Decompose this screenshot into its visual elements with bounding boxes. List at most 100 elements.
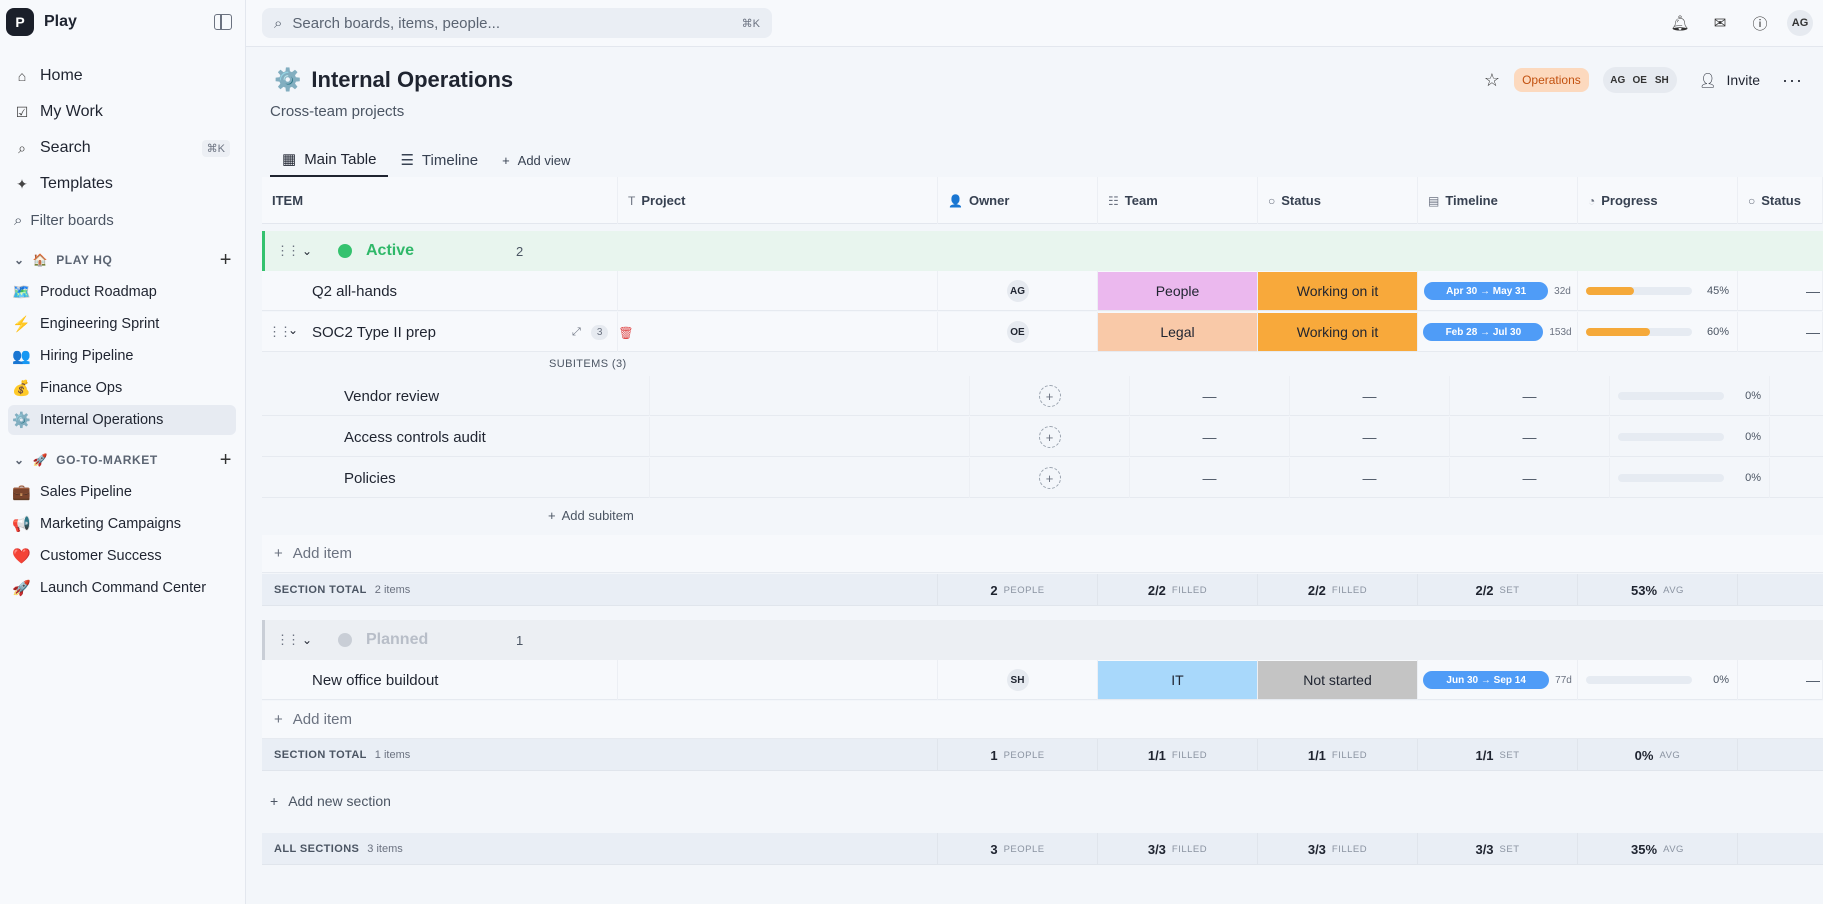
- team-cell[interactable]: —: [1130, 417, 1290, 457]
- project-cell[interactable]: [650, 376, 970, 416]
- progress-cell[interactable]: 60%: [1578, 312, 1738, 352]
- column-status[interactable]: ○ Status: [1258, 177, 1418, 224]
- inbox-icon[interactable]: ✉︎: [1707, 10, 1733, 36]
- board-item[interactable]: ⚡ Engineering Sprint: [8, 309, 236, 339]
- drag-handle-icon[interactable]: ⋮⋮: [276, 243, 300, 259]
- workspace-tag[interactable]: Operations: [1514, 68, 1589, 92]
- global-search-input[interactable]: ⌕ Search boards, items, people... ⌘K: [262, 8, 772, 38]
- nav-item-templates[interactable]: ✦ Templates: [8, 166, 238, 202]
- assign-owner-icon[interactable]: +: [1038, 426, 1061, 448]
- board-item-active[interactable]: ⚙️ Internal Operations: [8, 405, 236, 435]
- timeline-cell[interactable]: Apr 30 → May 31 32d: [1418, 271, 1578, 311]
- tab-add-view[interactable]: + Add view: [490, 143, 582, 177]
- add-item-row[interactable]: + Add item: [262, 701, 1823, 739]
- drag-handle-icon[interactable]: ⋮⋮: [276, 632, 300, 648]
- column-status-2[interactable]: ○ Status: [1738, 177, 1823, 224]
- status-cell[interactable]: Working on it: [1258, 312, 1418, 352]
- add-subitem-button[interactable]: + Add subitem: [548, 508, 634, 523]
- progress-cell[interactable]: 0%: [1610, 458, 1770, 498]
- project-cell[interactable]: [618, 660, 938, 700]
- tab-timeline[interactable]: ☰ Timeline: [388, 143, 490, 177]
- status-cell[interactable]: —: [1290, 376, 1450, 416]
- user-avatar[interactable]: AG: [1787, 10, 1813, 36]
- section-name[interactable]: Active: [366, 242, 414, 260]
- chevron-down-icon[interactable]: ⌄: [302, 633, 312, 647]
- group-head-play-hq[interactable]: ⌄ 🏠 PLAY HQ +: [14, 248, 236, 272]
- nav-item-search[interactable]: ⌕ Search ⌘K: [8, 130, 238, 166]
- column-progress[interactable]: ◔ Progress: [1578, 177, 1738, 224]
- progress-cell[interactable]: 0%: [1610, 376, 1770, 416]
- group-head-go-to-market[interactable]: ⌄ 🚀 GO-TO-MARKET +: [14, 448, 236, 472]
- column-owner[interactable]: 👤 Owner: [938, 177, 1098, 224]
- nav-item-home[interactable]: ⌂ Home: [8, 58, 238, 94]
- status-cell[interactable]: Not started: [1258, 660, 1418, 700]
- subitem-row[interactable]: Access controls audit + — — — 0%: [262, 417, 1823, 457]
- subitem-count[interactable]: 3: [590, 325, 609, 340]
- column-team[interactable]: ☷ Team: [1098, 177, 1258, 224]
- status-2-cell[interactable]: —: [1738, 660, 1823, 700]
- timeline-cell[interactable]: —: [1450, 417, 1610, 457]
- add-board-icon[interactable]: +: [220, 449, 232, 472]
- team-cell[interactable]: Legal: [1098, 312, 1258, 352]
- board-item[interactable]: 🗺️ Product Roadmap: [8, 277, 236, 307]
- owner-cell[interactable]: OE: [938, 312, 1098, 352]
- item-name[interactable]: Q2 all-hands: [262, 271, 618, 311]
- board-item[interactable]: 📢 Marketing Campaigns: [8, 509, 236, 539]
- more-icon[interactable]: ···: [1782, 70, 1803, 91]
- status-2-cell[interactable]: —: [1738, 271, 1823, 311]
- bell-icon[interactable]: 🔔︎: [1667, 10, 1693, 36]
- member-avatars[interactable]: AG OE SH: [1602, 67, 1677, 93]
- team-cell[interactable]: —: [1130, 458, 1290, 498]
- status-cell[interactable]: Working on it: [1258, 271, 1418, 311]
- timeline-cell[interactable]: Jun 30 → Sep 14 77d: [1418, 660, 1578, 700]
- chevron-down-icon[interactable]: ⌄: [302, 244, 312, 258]
- project-cell[interactable]: [618, 312, 938, 352]
- board-item[interactable]: 💼 Sales Pipeline: [8, 477, 236, 507]
- collapse-sidebar-icon[interactable]: [214, 14, 232, 30]
- filter-boards-input[interactable]: ⌕ Filter boards: [8, 204, 238, 236]
- column-timeline[interactable]: ▤ Timeline: [1418, 177, 1578, 224]
- status-cell[interactable]: —: [1290, 417, 1450, 457]
- section-header-planned[interactable]: ⋮⋮ ⌄ Planned 1: [262, 620, 1823, 660]
- team-cell[interactable]: IT: [1098, 660, 1258, 700]
- assign-owner-icon[interactable]: +: [1038, 385, 1061, 407]
- owner-cell[interactable]: SH: [938, 660, 1098, 700]
- board-item[interactable]: 🚀 Launch Command Center: [8, 573, 236, 603]
- timeline-cell[interactable]: —: [1450, 376, 1610, 416]
- board-item[interactable]: 💰 Finance Ops: [8, 373, 236, 403]
- star-icon[interactable]: ☆: [1484, 70, 1500, 91]
- progress-cell[interactable]: 0%: [1578, 660, 1738, 700]
- owner-cell[interactable]: +: [970, 417, 1130, 457]
- timeline-cell[interactable]: Feb 28 → Jul 30 153d: [1418, 312, 1578, 352]
- column-item[interactable]: ITEM: [262, 177, 618, 224]
- progress-cell[interactable]: 0%: [1610, 417, 1770, 457]
- owner-cell[interactable]: +: [970, 458, 1130, 498]
- owner-cell[interactable]: +: [970, 376, 1130, 416]
- section-header-active[interactable]: ⋮⋮ ⌄ Active 2: [262, 231, 1823, 271]
- tab-main-table[interactable]: ▦ Main Table: [270, 143, 389, 177]
- status-2-cell[interactable]: —: [1738, 312, 1823, 352]
- board-item[interactable]: ❤️ Customer Success: [8, 541, 236, 571]
- timeline-cell[interactable]: —: [1450, 458, 1610, 498]
- table-row[interactable]: New office buildout SH IT Not started Ju…: [262, 660, 1823, 700]
- add-section-button[interactable]: + Add new section: [270, 793, 391, 809]
- table-row[interactable]: ⋮⋮ ⌄ SOC2 Type II prep ⤢ 3 🗑︎ OE Legal W…: [262, 312, 1823, 352]
- assign-owner-icon[interactable]: +: [1038, 467, 1061, 489]
- board-item[interactable]: 👥 Hiring Pipeline: [8, 341, 236, 371]
- subitem-row[interactable]: Policies + — — — 0%: [262, 458, 1823, 498]
- status-cell[interactable]: —: [1290, 458, 1450, 498]
- table-row[interactable]: Q2 all-hands AG People Working on it Apr…: [262, 271, 1823, 311]
- progress-cell[interactable]: 45%: [1578, 271, 1738, 311]
- expand-icon[interactable]: ⤢: [572, 326, 581, 339]
- project-cell[interactable]: [650, 458, 970, 498]
- nav-item-my-work[interactable]: ☑ My Work: [8, 94, 238, 130]
- team-cell[interactable]: People: [1098, 271, 1258, 311]
- project-cell[interactable]: [650, 417, 970, 457]
- subitem-name[interactable]: Policies: [262, 458, 650, 498]
- section-name[interactable]: Planned: [366, 631, 428, 649]
- invite-button[interactable]: 👤︎ Invite: [1691, 72, 1768, 89]
- column-project[interactable]: T Project: [618, 177, 938, 224]
- add-item-row[interactable]: + Add item: [262, 535, 1823, 573]
- subitem-name[interactable]: Vendor review: [262, 376, 650, 416]
- project-cell[interactable]: [618, 271, 938, 311]
